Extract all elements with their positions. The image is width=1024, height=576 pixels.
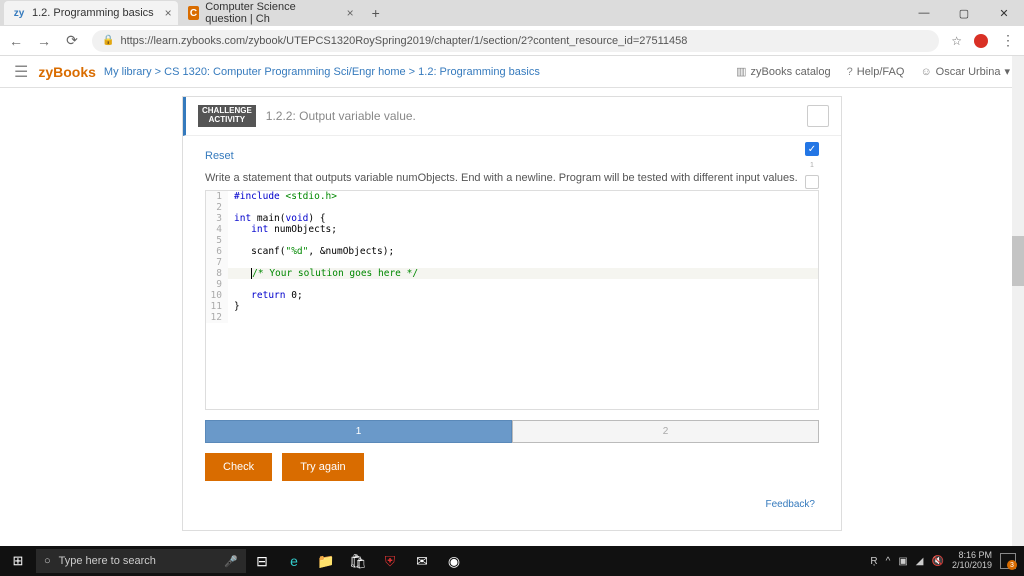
chrome-icon[interactable]: ◉ (438, 546, 470, 576)
mail-icon[interactable]: ✉ (406, 546, 438, 576)
notifications-icon[interactable]: 3 (1000, 553, 1016, 569)
activity-header: CHALLENGEACTIVITY 1.2.2: Output variable… (183, 97, 841, 136)
update-badge-icon[interactable] (974, 34, 988, 48)
tray-chevron-icon[interactable]: Ŗ (870, 556, 877, 567)
code-editor[interactable]: 1#include <stdio.h> 2 3int main(void) { … (205, 190, 819, 410)
browser-chrome: zy 1.2. Programming basics × C Computer … (0, 0, 1024, 56)
activity-title: 1.2.2: Output variable value. (266, 109, 416, 123)
user-menu[interactable]: ☺Oscar Urbina ▾ (920, 65, 1010, 78)
browser-tab[interactable]: C Computer Science question | Ch × (180, 1, 360, 25)
empty-badge (805, 175, 819, 189)
page-scrollbar[interactable] (1012, 56, 1024, 546)
task-icons: ⊟ e 📁 🛍 ⛨ ✉ ◉ (246, 546, 470, 576)
content-area: CHALLENGEACTIVITY 1.2.2: Output variable… (0, 88, 1024, 558)
explorer-icon[interactable]: 📁 (310, 546, 342, 576)
step-indicator: 1 2 (205, 420, 819, 443)
hamburger-icon[interactable]: ☰ (14, 62, 28, 82)
lock-icon: 🔒 (102, 35, 114, 46)
checkmark-icon: ✓ (805, 142, 819, 156)
search-placeholder: Type here to search (59, 555, 156, 567)
scroll-thumb[interactable] (1012, 236, 1024, 286)
address-bar: ← → ⟳ 🔒 https://learn.zybooks.com/zybook… (0, 26, 1024, 56)
cortana-icon: ○ (44, 555, 51, 567)
mic-icon[interactable]: 🎤 (224, 555, 238, 568)
help-icon: ? (847, 66, 853, 78)
mcafee-icon[interactable]: ⛨ (374, 546, 406, 576)
favicon: zy (12, 6, 26, 20)
url-text: https://learn.zybooks.com/zybook/UTEPCS1… (120, 35, 687, 47)
clock[interactable]: 8:16 PM2/10/2019 (952, 551, 992, 571)
close-button[interactable]: ✕ (984, 0, 1024, 26)
reset-link[interactable]: Reset (205, 150, 234, 162)
maximize-button[interactable]: ▢ (944, 0, 984, 26)
windows-taskbar: ⊞ ○ Type here to search 🎤 ⊟ e 📁 🛍 ⛨ ✉ ◉ … (0, 546, 1024, 576)
wifi-icon[interactable]: ◢ (916, 556, 924, 567)
start-button[interactable]: ⊞ (0, 553, 36, 569)
forward-icon[interactable]: → (36, 33, 52, 49)
button-row: Check Try again (205, 453, 819, 481)
feedback-link[interactable]: Feedback? (205, 499, 819, 510)
try-again-button[interactable]: Try again (282, 453, 363, 481)
step-2[interactable]: 2 (512, 420, 819, 443)
tab-strip: zy 1.2. Programming basics × C Computer … (0, 0, 1024, 26)
breadcrumb[interactable]: My library > CS 1320: Computer Programmi… (104, 66, 540, 78)
url-input[interactable]: 🔒 https://learn.zybooks.com/zybook/UTEPC… (92, 30, 939, 52)
close-icon[interactable]: × (165, 6, 172, 20)
notif-count: 3 (1007, 560, 1017, 570)
header-right: ▥zyBooks catalog ?Help/FAQ ☺Oscar Urbina… (736, 65, 1010, 78)
app-header: ☰ zyBooks My library > CS 1320: Computer… (0, 56, 1024, 88)
menu-icon[interactable]: ⋮ (1000, 32, 1016, 49)
minimize-button[interactable]: — (904, 0, 944, 26)
user-icon: ☺ (920, 66, 931, 78)
tray-up-icon[interactable]: ^ (886, 556, 891, 567)
back-icon[interactable]: ← (8, 33, 24, 49)
browser-tab-active[interactable]: zy 1.2. Programming basics × (4, 1, 178, 25)
catalog-link[interactable]: ▥zyBooks catalog (736, 65, 831, 78)
new-tab-button[interactable]: + (362, 5, 390, 21)
activity-body: ✓ 1 2 Reset Write a statement that outpu… (183, 136, 841, 516)
battery-icon[interactable]: ▣ (898, 556, 907, 567)
check-button[interactable]: Check (205, 453, 272, 481)
system-tray: Ŗ ^ ▣ ◢ 🔇 8:16 PM2/10/2019 3 (870, 551, 1024, 571)
edge-icon[interactable]: e (278, 546, 310, 576)
logo[interactable]: zyBooks (38, 64, 96, 80)
window-controls: — ▢ ✕ (904, 0, 1024, 26)
bookmark-icon[interactable]: ☆ (951, 34, 962, 48)
task-view-icon[interactable]: ⊟ (246, 546, 278, 576)
favicon: C (188, 6, 200, 20)
close-icon[interactable]: × (347, 6, 354, 20)
book-icon: ▥ (736, 65, 746, 78)
prompt-text: Write a statement that outputs variable … (205, 172, 819, 184)
taskbar-search[interactable]: ○ Type here to search 🎤 (36, 549, 246, 573)
tab-title: 1.2. Programming basics (32, 7, 154, 19)
help-link[interactable]: ?Help/FAQ (847, 66, 905, 78)
tab-title: Computer Science question | Ch (205, 1, 335, 25)
challenge-activity: CHALLENGEACTIVITY 1.2.2: Output variable… (182, 96, 842, 531)
challenge-badge: CHALLENGEACTIVITY (198, 105, 256, 127)
volume-icon[interactable]: 🔇 (932, 556, 944, 567)
reload-icon[interactable]: ⟳ (64, 32, 80, 49)
store-icon[interactable]: 🛍 (342, 546, 374, 576)
completion-indicator (807, 105, 829, 127)
step-1[interactable]: 1 (205, 420, 512, 443)
